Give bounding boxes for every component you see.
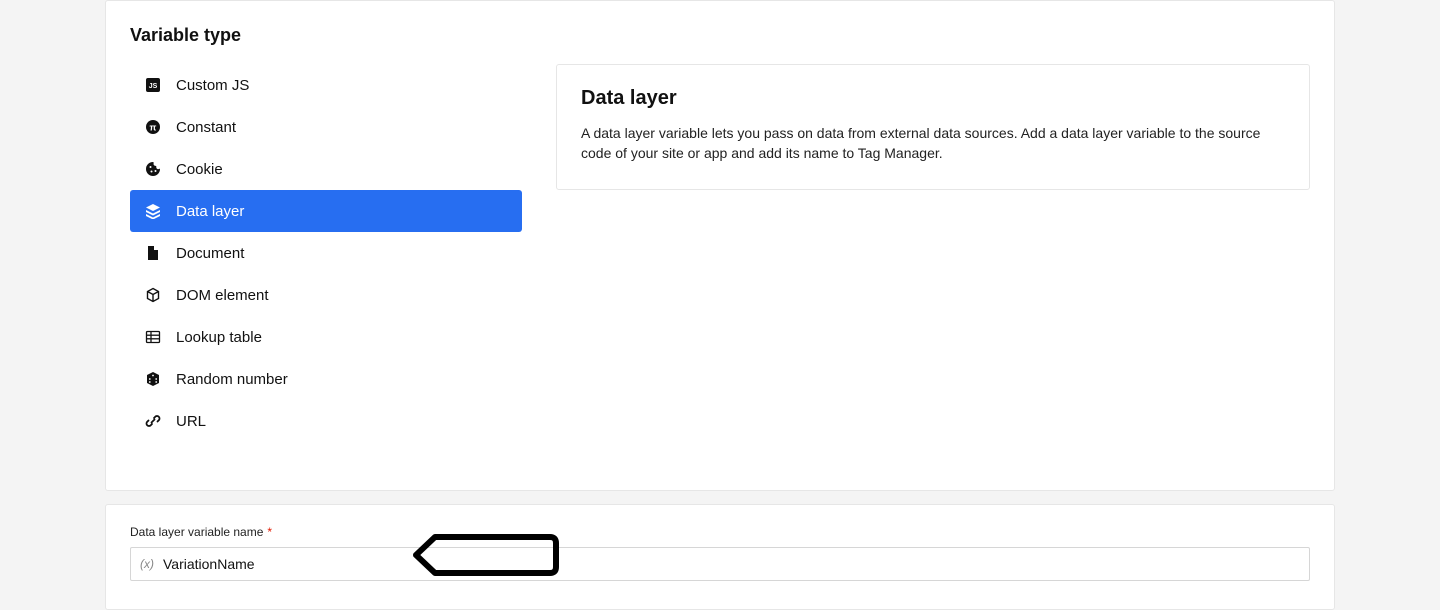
variable-name-card: Data layer variable name * (x) bbox=[105, 504, 1335, 610]
type-label: Document bbox=[176, 245, 244, 262]
type-info-panel: Data layer A data layer variable lets yo… bbox=[556, 64, 1310, 190]
type-label: Custom JS bbox=[176, 77, 249, 94]
type-label: DOM element bbox=[176, 287, 269, 304]
type-item-custom-js[interactable]: JS Custom JS bbox=[130, 64, 522, 106]
type-item-random-number[interactable]: Random number bbox=[130, 358, 522, 400]
variable-type-card: Variable type JS Custom JS π Constant Co… bbox=[105, 0, 1335, 491]
type-label: Random number bbox=[176, 371, 288, 388]
svg-text:π: π bbox=[150, 123, 157, 133]
type-label: Constant bbox=[176, 119, 236, 136]
type-item-data-layer[interactable]: Data layer bbox=[130, 190, 522, 232]
type-label: Data layer bbox=[176, 203, 244, 220]
required-marker: * bbox=[267, 525, 272, 539]
field-label-row: Data layer variable name * bbox=[130, 525, 1310, 539]
type-item-cookie[interactable]: Cookie bbox=[130, 148, 522, 190]
document-icon bbox=[144, 244, 162, 262]
info-description: A data layer variable lets you pass on d… bbox=[581, 124, 1285, 163]
type-item-lookup-table[interactable]: Lookup table bbox=[130, 316, 522, 358]
svg-text:JS: JS bbox=[149, 83, 158, 90]
cube-outline-icon bbox=[144, 286, 162, 304]
type-label: Lookup table bbox=[176, 329, 262, 346]
cookie-icon bbox=[144, 160, 162, 178]
type-label: Cookie bbox=[176, 161, 223, 178]
type-item-document[interactable]: Document bbox=[130, 232, 522, 274]
variable-name-input[interactable] bbox=[163, 556, 1301, 572]
field-label: Data layer variable name bbox=[130, 525, 263, 539]
table-icon bbox=[144, 328, 162, 346]
type-item-constant[interactable]: π Constant bbox=[130, 106, 522, 148]
variable-type-list: JS Custom JS π Constant Cookie bbox=[130, 64, 522, 442]
variable-icon: (x) bbox=[139, 556, 155, 572]
constant-icon: π bbox=[144, 118, 162, 136]
type-item-dom-element[interactable]: DOM element bbox=[130, 274, 522, 316]
layers-icon bbox=[144, 202, 162, 220]
variable-type-columns: JS Custom JS π Constant Cookie bbox=[106, 64, 1334, 442]
dice-icon bbox=[144, 370, 162, 388]
info-title: Data layer bbox=[581, 87, 1285, 110]
link-icon bbox=[144, 412, 162, 430]
type-label: URL bbox=[176, 413, 206, 430]
js-icon: JS bbox=[144, 76, 162, 94]
type-item-url[interactable]: URL bbox=[130, 400, 522, 442]
section-title: Variable type bbox=[106, 25, 1334, 64]
variable-name-input-wrap[interactable]: (x) bbox=[130, 547, 1310, 581]
